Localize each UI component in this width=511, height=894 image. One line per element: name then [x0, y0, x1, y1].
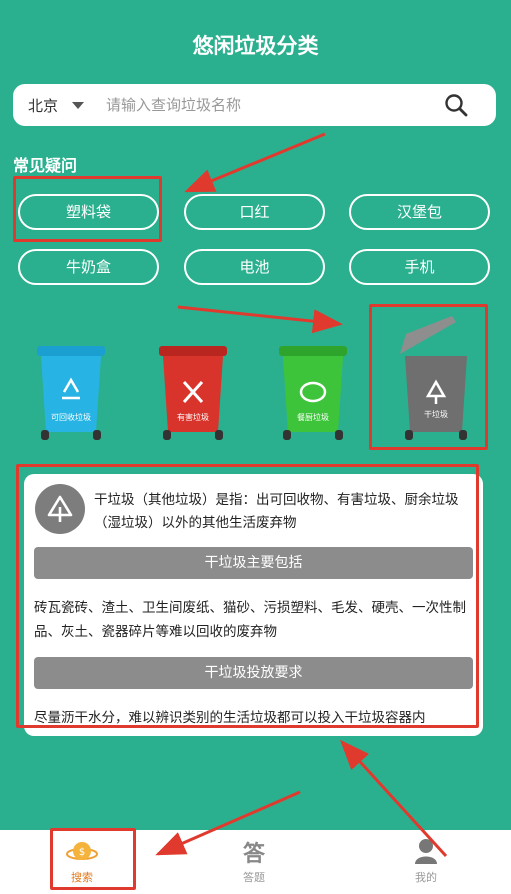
requirements-header: 干垃圾投放要求	[34, 657, 473, 689]
search-input[interactable]	[106, 96, 407, 114]
faq-chip[interactable]: 电池	[184, 249, 325, 285]
requirements-text: 尽量沥干水分，难以辨识类别的生活垃圾都可以投入干垃圾容器内	[34, 710, 426, 726]
annotation-arrow	[177, 305, 343, 334]
bin-recyclable[interactable]: 可回收垃圾	[34, 340, 108, 446]
search-icon[interactable]	[444, 93, 468, 117]
faq-title: 常见疑问	[13, 156, 78, 175]
bottom-tab-bar: $ 搜索 答 答题 我的	[0, 830, 511, 894]
answer-icon: 答	[242, 842, 265, 867]
bin-label: 干垃圾	[424, 409, 448, 419]
faq-chip[interactable]: 口红	[184, 194, 325, 230]
faq-chip[interactable]: 牛奶盒	[18, 249, 159, 285]
includes-header: 干垃圾主要包括	[34, 547, 473, 579]
faq-chip[interactable]: 手机	[349, 249, 490, 285]
faq-chip[interactable]: 塑料袋	[18, 194, 159, 230]
bin-label: 有害垃圾	[177, 412, 209, 422]
bin-hazardous[interactable]: 有害垃圾	[156, 340, 230, 446]
bin-label: 餐厨垃圾	[297, 412, 329, 422]
bin-label: 可回收垃圾	[51, 412, 91, 422]
tab-mine[interactable]: 我的	[376, 830, 476, 894]
info-card: 干垃圾（其他垃圾）是指：出可回收物、有害垃圾、厨余垃圾（湿垃圾）以外的其他生活废…	[24, 474, 483, 736]
tab-answer-label: 答题	[243, 871, 265, 884]
page-title: 悠闲垃圾分类	[192, 34, 319, 58]
bin-dry-waste[interactable]: 干垃圾	[396, 312, 476, 446]
annotation-arrow	[184, 132, 326, 193]
tab-search[interactable]: $ 搜索	[32, 830, 132, 894]
tab-mine-label: 我的	[415, 871, 437, 884]
dry-waste-icon	[35, 484, 85, 534]
planet-coin-icon: $	[66, 842, 98, 860]
tab-answer[interactable]: 答 答题	[204, 830, 304, 894]
user-icon	[415, 839, 437, 864]
info-description: 干垃圾（其他垃圾）是指：出可回收物、有害垃圾、厨余垃圾（湿垃圾）以外的其他生活废…	[94, 492, 459, 531]
caret-down-icon[interactable]	[72, 101, 85, 109]
search-bar: 北京	[13, 84, 496, 126]
city-selector[interactable]: 北京	[28, 95, 58, 116]
includes-text: 砖瓦瓷砖、渣土、卫生间废纸、猫砂、污损塑料、毛发、硬壳、一次性制品、灰土、瓷器碎…	[34, 600, 466, 640]
tab-search-label: 搜索	[71, 871, 93, 884]
annotation-arrows	[155, 132, 448, 858]
faq-chip[interactable]: 汉堡包	[349, 194, 490, 230]
svg-text:$: $	[79, 847, 85, 858]
bin-food-waste[interactable]: 餐厨垃圾	[276, 340, 350, 446]
